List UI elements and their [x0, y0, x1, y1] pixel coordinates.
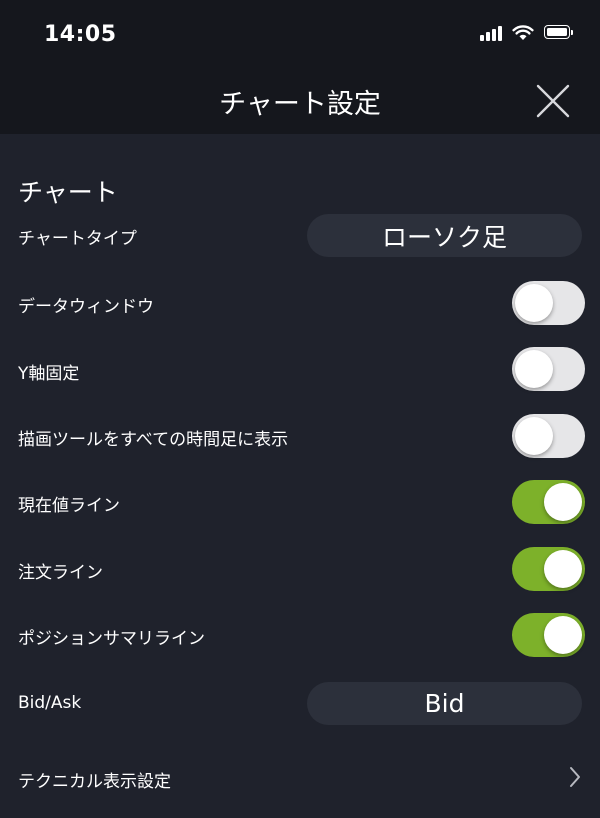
drawing-tools-label: 描画ツールをすべての時間足に表示	[18, 430, 289, 450]
cellular-signal-icon	[480, 25, 502, 41]
position-summary-line-label: ポジションサマリライン	[18, 629, 205, 649]
drawing-tools-toggle[interactable]	[512, 414, 585, 458]
order-line-label: 注文ライン	[18, 563, 103, 583]
bid-ask-selector[interactable]: Bid	[307, 682, 582, 725]
data-window-toggle[interactable]	[512, 281, 585, 325]
toggle-knob	[544, 550, 582, 588]
toggle-knob	[544, 483, 582, 521]
toggle-knob	[544, 616, 582, 654]
y-axis-fixed-toggle[interactable]	[512, 347, 585, 391]
toggle-knob	[515, 284, 553, 322]
status-icons	[480, 25, 574, 41]
position-summary-line-toggle[interactable]	[512, 613, 585, 657]
current-price-line-toggle[interactable]	[512, 480, 585, 524]
battery-icon	[544, 25, 574, 41]
chart-type-selector[interactable]: ローソク足	[307, 214, 582, 257]
header: チャート設定	[0, 64, 600, 134]
chart-type-label: チャートタイプ	[18, 229, 137, 249]
close-icon[interactable]	[536, 84, 570, 118]
chevron-right-icon[interactable]	[568, 766, 582, 788]
technical-display-settings-label[interactable]: テクニカル表示設定	[18, 767, 171, 792]
status-bar: 14:05	[0, 0, 600, 64]
current-price-line-label: 現在値ライン	[18, 496, 120, 516]
status-time: 14:05	[44, 22, 117, 47]
wifi-icon	[512, 25, 534, 40]
toggle-knob	[515, 417, 553, 455]
section-title-chart: チャート	[18, 178, 118, 207]
order-line-toggle[interactable]	[512, 547, 585, 591]
toggle-knob	[515, 350, 553, 388]
bid-ask-label: Bid/Ask	[18, 693, 82, 713]
y-axis-fixed-label: Y軸固定	[18, 364, 80, 384]
page-title: チャート設定	[219, 89, 381, 120]
data-window-label: データウィンドウ	[18, 297, 154, 317]
